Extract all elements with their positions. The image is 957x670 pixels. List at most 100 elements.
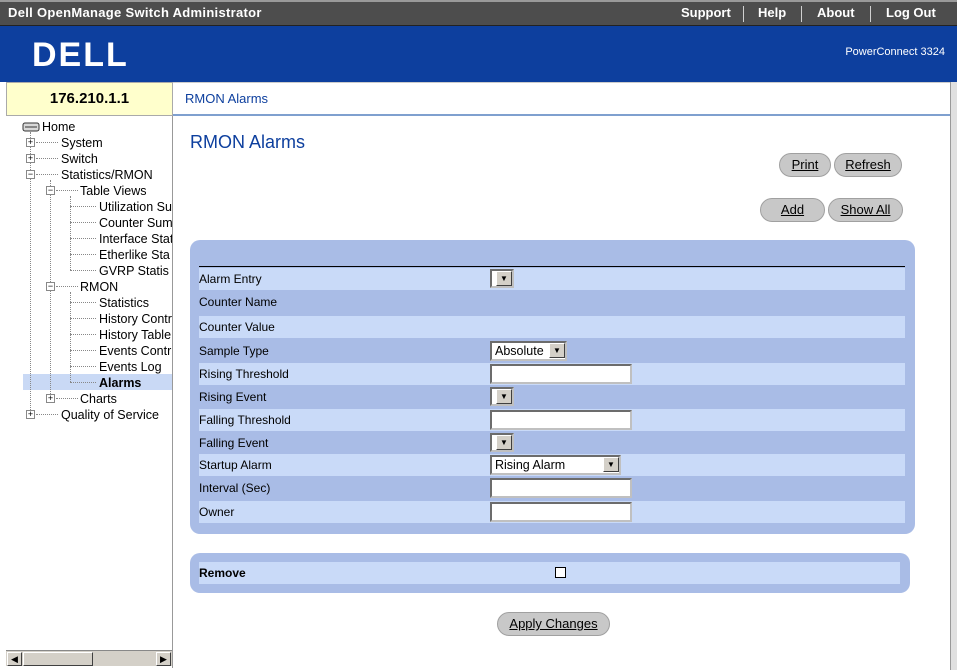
falling-threshold-label: Falling Threshold <box>199 413 291 427</box>
form-row-counter-value: Counter Value <box>199 316 905 338</box>
nav-history-table[interactable]: History Table <box>99 327 171 343</box>
form-row-startup-alarm: Startup Alarm Rising Alarm ▼ <box>199 454 905 476</box>
alarm-entry-label: Alarm Entry <box>199 272 262 286</box>
nav-rmon[interactable]: RMON <box>80 279 118 295</box>
collapse-icon[interactable]: − <box>46 186 55 195</box>
nav-rmon-statistics[interactable]: Statistics <box>99 295 149 311</box>
form-row-falling-threshold: Falling Threshold <box>199 409 905 431</box>
refresh-button[interactable]: Refresh <box>834 153 902 177</box>
support-link[interactable]: Support <box>681 5 731 20</box>
collapse-icon[interactable]: − <box>46 282 55 291</box>
tree-line <box>70 254 96 255</box>
chevron-down-icon: ▼ <box>496 435 512 450</box>
nav-history-control[interactable]: History Contr <box>99 311 172 327</box>
apply-changes-button[interactable]: Apply Changes <box>497 612 610 636</box>
tree-line <box>36 158 58 159</box>
title-bar: Dell OpenManage Switch Administrator Sup… <box>0 0 957 26</box>
nav-etherlike-stats[interactable]: Etherlike Sta <box>99 247 170 263</box>
show-all-button[interactable]: Show All <box>828 198 903 222</box>
tree-line <box>70 206 96 207</box>
scrollbar-thumb[interactable] <box>23 652 93 666</box>
nav-gvrp-stats[interactable]: GVRP Statis <box>99 263 169 279</box>
form-row-owner: Owner <box>199 501 905 523</box>
nav-switch[interactable]: Switch <box>61 151 98 167</box>
tree-line <box>36 174 58 175</box>
app-title: Dell OpenManage Switch Administrator <box>8 5 262 20</box>
separator <box>801 6 802 22</box>
interval-input[interactable] <box>490 478 632 498</box>
owner-input[interactable] <box>490 502 632 522</box>
nav-system[interactable]: System <box>61 135 103 151</box>
nav-statistics-rmon[interactable]: Statistics/RMON <box>61 167 153 183</box>
tree-line <box>70 196 71 270</box>
remove-label: Remove <box>199 566 246 580</box>
tree-line <box>56 398 78 399</box>
startup-alarm-select[interactable]: Rising Alarm ▼ <box>490 455 621 475</box>
owner-label: Owner <box>199 505 235 519</box>
expand-icon[interactable]: + <box>26 154 35 163</box>
falling-threshold-input[interactable] <box>490 410 632 430</box>
nav-interface-stats[interactable]: Interface Stat <box>99 231 172 247</box>
tree-line <box>70 382 96 383</box>
nav-events-log[interactable]: Events Log <box>99 359 162 375</box>
form-row-rising-event: Rising Event ▼ <box>199 386 905 408</box>
page-title: RMON Alarms <box>190 132 306 152</box>
tree-line <box>70 302 96 303</box>
form-row-interval: Interval (Sec) <box>199 477 905 499</box>
form-row-falling-event: Falling Event ▼ <box>199 432 905 454</box>
nav-counter-summary[interactable]: Counter Sum <box>99 215 172 231</box>
ip-address: 176.210.1.1 <box>6 82 173 116</box>
nav-quality-of-service[interactable]: Quality of Service <box>61 407 159 423</box>
form-row-rising-threshold: Rising Threshold <box>199 363 905 385</box>
rising-threshold-input[interactable] <box>490 364 632 384</box>
falling-event-label: Falling Event <box>199 436 269 450</box>
about-link[interactable]: About <box>817 5 855 20</box>
tree-line <box>70 366 96 367</box>
falling-event-select[interactable]: ▼ <box>490 433 514 452</box>
right-edge <box>950 82 957 670</box>
scroll-left-icon[interactable]: ◀ <box>7 652 22 666</box>
counter-name-label: Counter Name <box>199 295 278 309</box>
nav-alarms[interactable]: Alarms <box>99 375 141 391</box>
nav-tree: Home + System + Switch − Statistics/RMON… <box>6 116 173 668</box>
nav-table-views[interactable]: Table Views <box>80 183 146 199</box>
collapse-icon[interactable]: − <box>26 170 35 179</box>
form-row-sample-type: Sample Type Absolute ▼ <box>199 340 905 362</box>
horizontal-scrollbar[interactable]: ◀ ▶ <box>6 650 172 666</box>
scroll-right-icon[interactable]: ▶ <box>156 652 171 666</box>
tree-line <box>36 142 58 143</box>
chevron-down-icon: ▼ <box>603 457 619 472</box>
rising-event-label: Rising Event <box>199 390 267 404</box>
tree-line <box>70 334 96 335</box>
alarm-entry-select[interactable]: ▼ <box>490 269 514 288</box>
tree-line <box>70 318 96 319</box>
separator <box>743 6 744 22</box>
nav-utilization[interactable]: Utilization Su <box>99 199 172 215</box>
form-row-alarm-entry: Alarm Entry ▼ <box>199 268 905 290</box>
expand-icon[interactable]: + <box>46 394 55 403</box>
tree-line <box>70 350 96 351</box>
expand-icon[interactable]: + <box>26 410 35 419</box>
sample-type-select[interactable]: Absolute ▼ <box>490 341 567 361</box>
nav-charts[interactable]: Charts <box>80 391 117 407</box>
tree-line <box>56 190 78 191</box>
rising-event-select[interactable]: ▼ <box>490 387 514 406</box>
interval-label: Interval (Sec) <box>199 481 271 495</box>
startup-alarm-value: Rising Alarm <box>495 458 566 472</box>
help-link[interactable]: Help <box>758 5 786 20</box>
nav-home[interactable]: Home <box>42 119 75 135</box>
print-button[interactable]: Print <box>779 153 831 177</box>
tree-line <box>70 238 96 239</box>
expand-icon[interactable]: + <box>26 138 35 147</box>
divider <box>199 266 905 267</box>
tree-line <box>70 222 96 223</box>
tree-line <box>56 286 78 287</box>
logout-link[interactable]: Log Out <box>886 5 936 20</box>
model-name: PowerConnect 3324 <box>845 46 945 58</box>
add-button[interactable]: Add <box>760 198 825 222</box>
nav-events-control[interactable]: Events Contr <box>99 343 171 359</box>
tree-line <box>36 414 58 415</box>
remove-checkbox[interactable] <box>555 567 566 578</box>
header-banner: DELL PowerConnect 3324 <box>0 26 957 82</box>
sample-type-label: Sample Type <box>199 344 269 358</box>
